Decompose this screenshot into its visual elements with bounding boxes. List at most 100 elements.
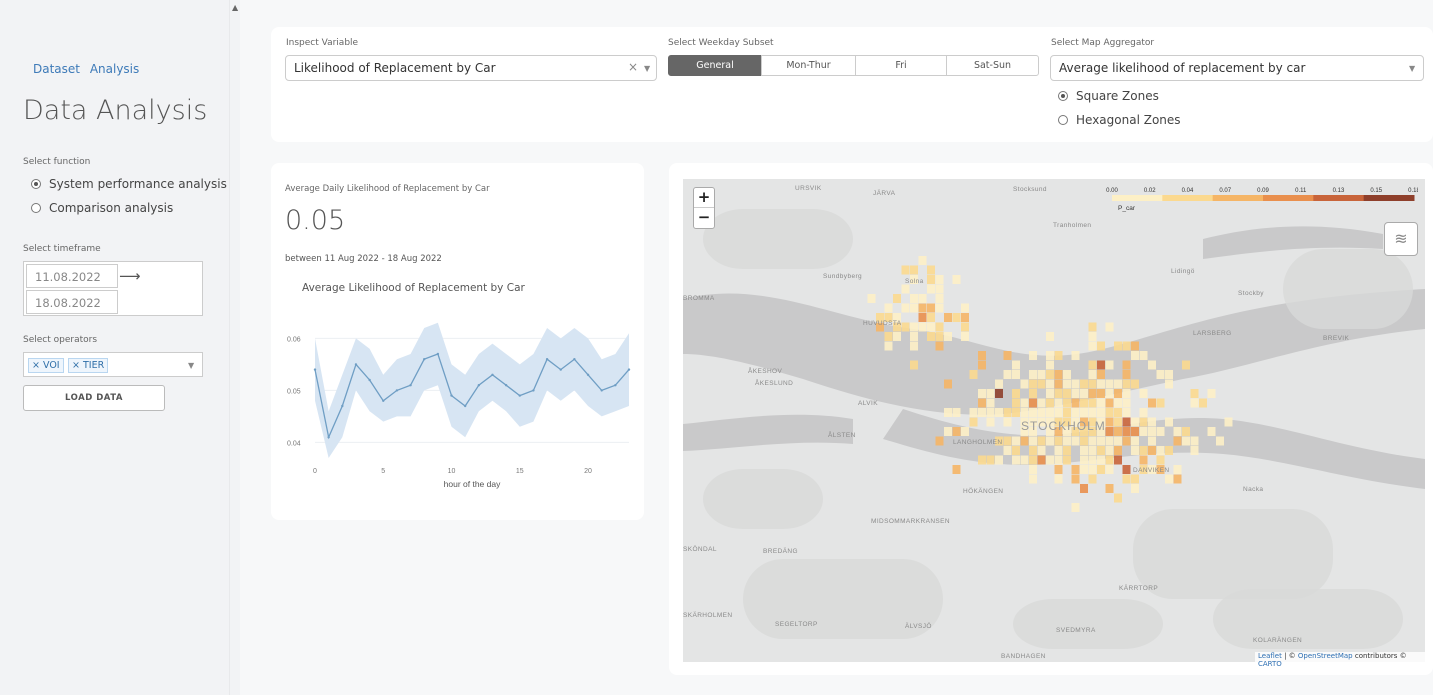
map-zone-cell xyxy=(1105,417,1114,427)
nav-link-analysis[interactable]: Analysis xyxy=(90,62,139,76)
map-place-label: Tranholmen xyxy=(1053,222,1091,229)
map-park xyxy=(703,209,853,269)
x-tick-label: 5 xyxy=(381,468,385,475)
chevron-down-icon[interactable]: ▼ xyxy=(644,64,650,73)
map-zone-cell xyxy=(1131,341,1139,351)
carto-link[interactable]: CARTO xyxy=(1258,660,1282,668)
data-point xyxy=(395,389,399,392)
segment-mon-thur[interactable]: Mon-Thur xyxy=(761,55,856,76)
choropleth-map[interactable]: URSVIK JÄRVA Stocksund Tranholmen Sundbyberg… xyxy=(683,179,1425,662)
segment-general[interactable]: General xyxy=(668,55,762,76)
operator-tag-voi: × VOI xyxy=(28,358,64,373)
end-date-input[interactable]: 18.08.2022 xyxy=(26,290,118,314)
map-place-label: BREVIK xyxy=(1323,335,1350,342)
tag-remove-icon[interactable]: × xyxy=(72,360,80,371)
map-place-label: ÅLSTEN xyxy=(828,430,856,439)
aggregator-select[interactable]: Average likelihood of replacement by car… xyxy=(1050,55,1424,81)
leaflet-link[interactable]: Leaflet xyxy=(1258,652,1282,660)
map-zone-cell xyxy=(1139,351,1148,360)
map-zone-cell xyxy=(910,265,918,275)
map-zone-cell xyxy=(1037,436,1046,446)
map-park xyxy=(1213,589,1403,649)
date-range-picker: 11.08.2022 ⟶ 18.08.2022 xyxy=(23,261,203,316)
segment-sat-sun[interactable]: Sat-Sun xyxy=(946,55,1039,76)
map-zone-cell xyxy=(1165,379,1173,389)
map-zone-cell xyxy=(1080,446,1088,455)
map-zone-cell xyxy=(1122,474,1131,484)
map-zone-cell xyxy=(944,379,952,389)
radio-label: Comparison analysis xyxy=(49,201,174,215)
tag-remove-icon[interactable]: × xyxy=(32,360,40,371)
attribution-text: contributors © xyxy=(1352,652,1407,660)
radio-hexagonal-zones[interactable]: Hexagonal Zones xyxy=(1058,113,1181,127)
legend-color-step xyxy=(1112,195,1163,201)
map-zone-cell xyxy=(1165,446,1173,455)
operators-multiselect[interactable]: × VOI × TIER ▼ xyxy=(23,352,203,377)
data-point xyxy=(627,368,631,371)
map-zone-cell xyxy=(1088,332,1097,341)
scroll-up-icon[interactable]: ▲ xyxy=(232,3,238,12)
map-zone-cell xyxy=(1190,389,1199,398)
clear-icon[interactable]: × xyxy=(628,60,638,74)
start-date-input[interactable]: 11.08.2022 xyxy=(26,264,118,288)
radio-square-zones[interactable]: Square Zones xyxy=(1058,89,1159,103)
map-zone-cell xyxy=(1046,436,1054,446)
map-zone-cell xyxy=(961,313,969,322)
map-zone-cell xyxy=(961,332,969,341)
map-place-label: SKÄRHOLMEN xyxy=(683,611,733,619)
map-zone-cell xyxy=(961,427,969,436)
map-zone-cell xyxy=(935,275,944,284)
map-zone-cell xyxy=(1139,455,1148,465)
segment-fri[interactable]: Fri xyxy=(855,55,947,76)
tag-label: VOI xyxy=(43,360,60,371)
map-zone-cell xyxy=(944,427,952,436)
map-zone-cell xyxy=(1156,446,1165,455)
osm-link[interactable]: OpenStreetMap xyxy=(1298,652,1353,660)
variable-select[interactable]: Likelihood of Replacement by Car × ▼ xyxy=(285,55,657,81)
chevron-down-icon[interactable]: ▼ xyxy=(1409,64,1415,73)
map-zone-cell xyxy=(927,284,935,294)
map-zone-cell xyxy=(1105,398,1114,408)
map-zone-cell xyxy=(918,294,927,303)
map-zone-cell xyxy=(1012,370,1020,379)
map-zone-cell xyxy=(1173,465,1182,474)
layers-icon[interactable]: ≋ xyxy=(1384,222,1418,256)
map-zone-cell xyxy=(978,351,986,360)
map-place-label: STOCKHOLM xyxy=(1021,419,1106,433)
map-zone-cell xyxy=(1139,408,1148,417)
load-data-button[interactable]: LOAD DATA xyxy=(23,385,165,411)
controls-card xyxy=(271,27,1433,142)
map-zone-cell xyxy=(1088,474,1097,484)
map-zone-cell xyxy=(969,417,978,427)
data-point xyxy=(532,389,535,392)
chevron-down-icon[interactable]: ▼ xyxy=(188,361,194,370)
legend-tick-label: 0.18 xyxy=(1408,188,1418,194)
map-place-label: JÄRVA xyxy=(873,189,896,197)
map-zone-cell xyxy=(1037,370,1046,379)
zoom-in-button[interactable]: + xyxy=(694,188,714,208)
radio-comparison[interactable]: Comparison analysis xyxy=(31,201,173,215)
map-zone-cell xyxy=(944,332,952,341)
map-zone-cell xyxy=(1122,417,1131,427)
map-place-label: HÖKÄNGEN xyxy=(963,487,1003,495)
map-zone-cell xyxy=(1080,389,1088,398)
map-zone-cell xyxy=(961,322,969,332)
map-zone-cell xyxy=(884,341,893,351)
map-zone-cell xyxy=(978,360,986,370)
map-zone-cell xyxy=(978,408,986,417)
map-zone-cell xyxy=(1020,379,1029,389)
map-place-label: ÅKESLUND xyxy=(755,378,793,387)
map-zone-cell xyxy=(944,313,952,322)
map-zone-cell xyxy=(1105,446,1114,455)
map-place-label: Stockby xyxy=(1238,290,1264,297)
map-zone-cell xyxy=(901,303,910,313)
zoom-out-button[interactable]: − xyxy=(694,208,714,228)
line-chart[interactable]: 0.04 0.05 0.06 0 5 10 15 20 hour of the day xyxy=(285,318,635,498)
radio-system-performance[interactable]: System performance analysis xyxy=(31,177,227,191)
data-point xyxy=(573,358,576,361)
map-zone-cell xyxy=(1148,398,1156,408)
weekday-label: Select Weekday Subset xyxy=(668,38,774,48)
aggregator-label: Select Map Aggregator xyxy=(1051,38,1155,48)
nav-link-dataset[interactable]: Dataset xyxy=(33,62,80,76)
map-zone-cell xyxy=(1029,474,1037,484)
